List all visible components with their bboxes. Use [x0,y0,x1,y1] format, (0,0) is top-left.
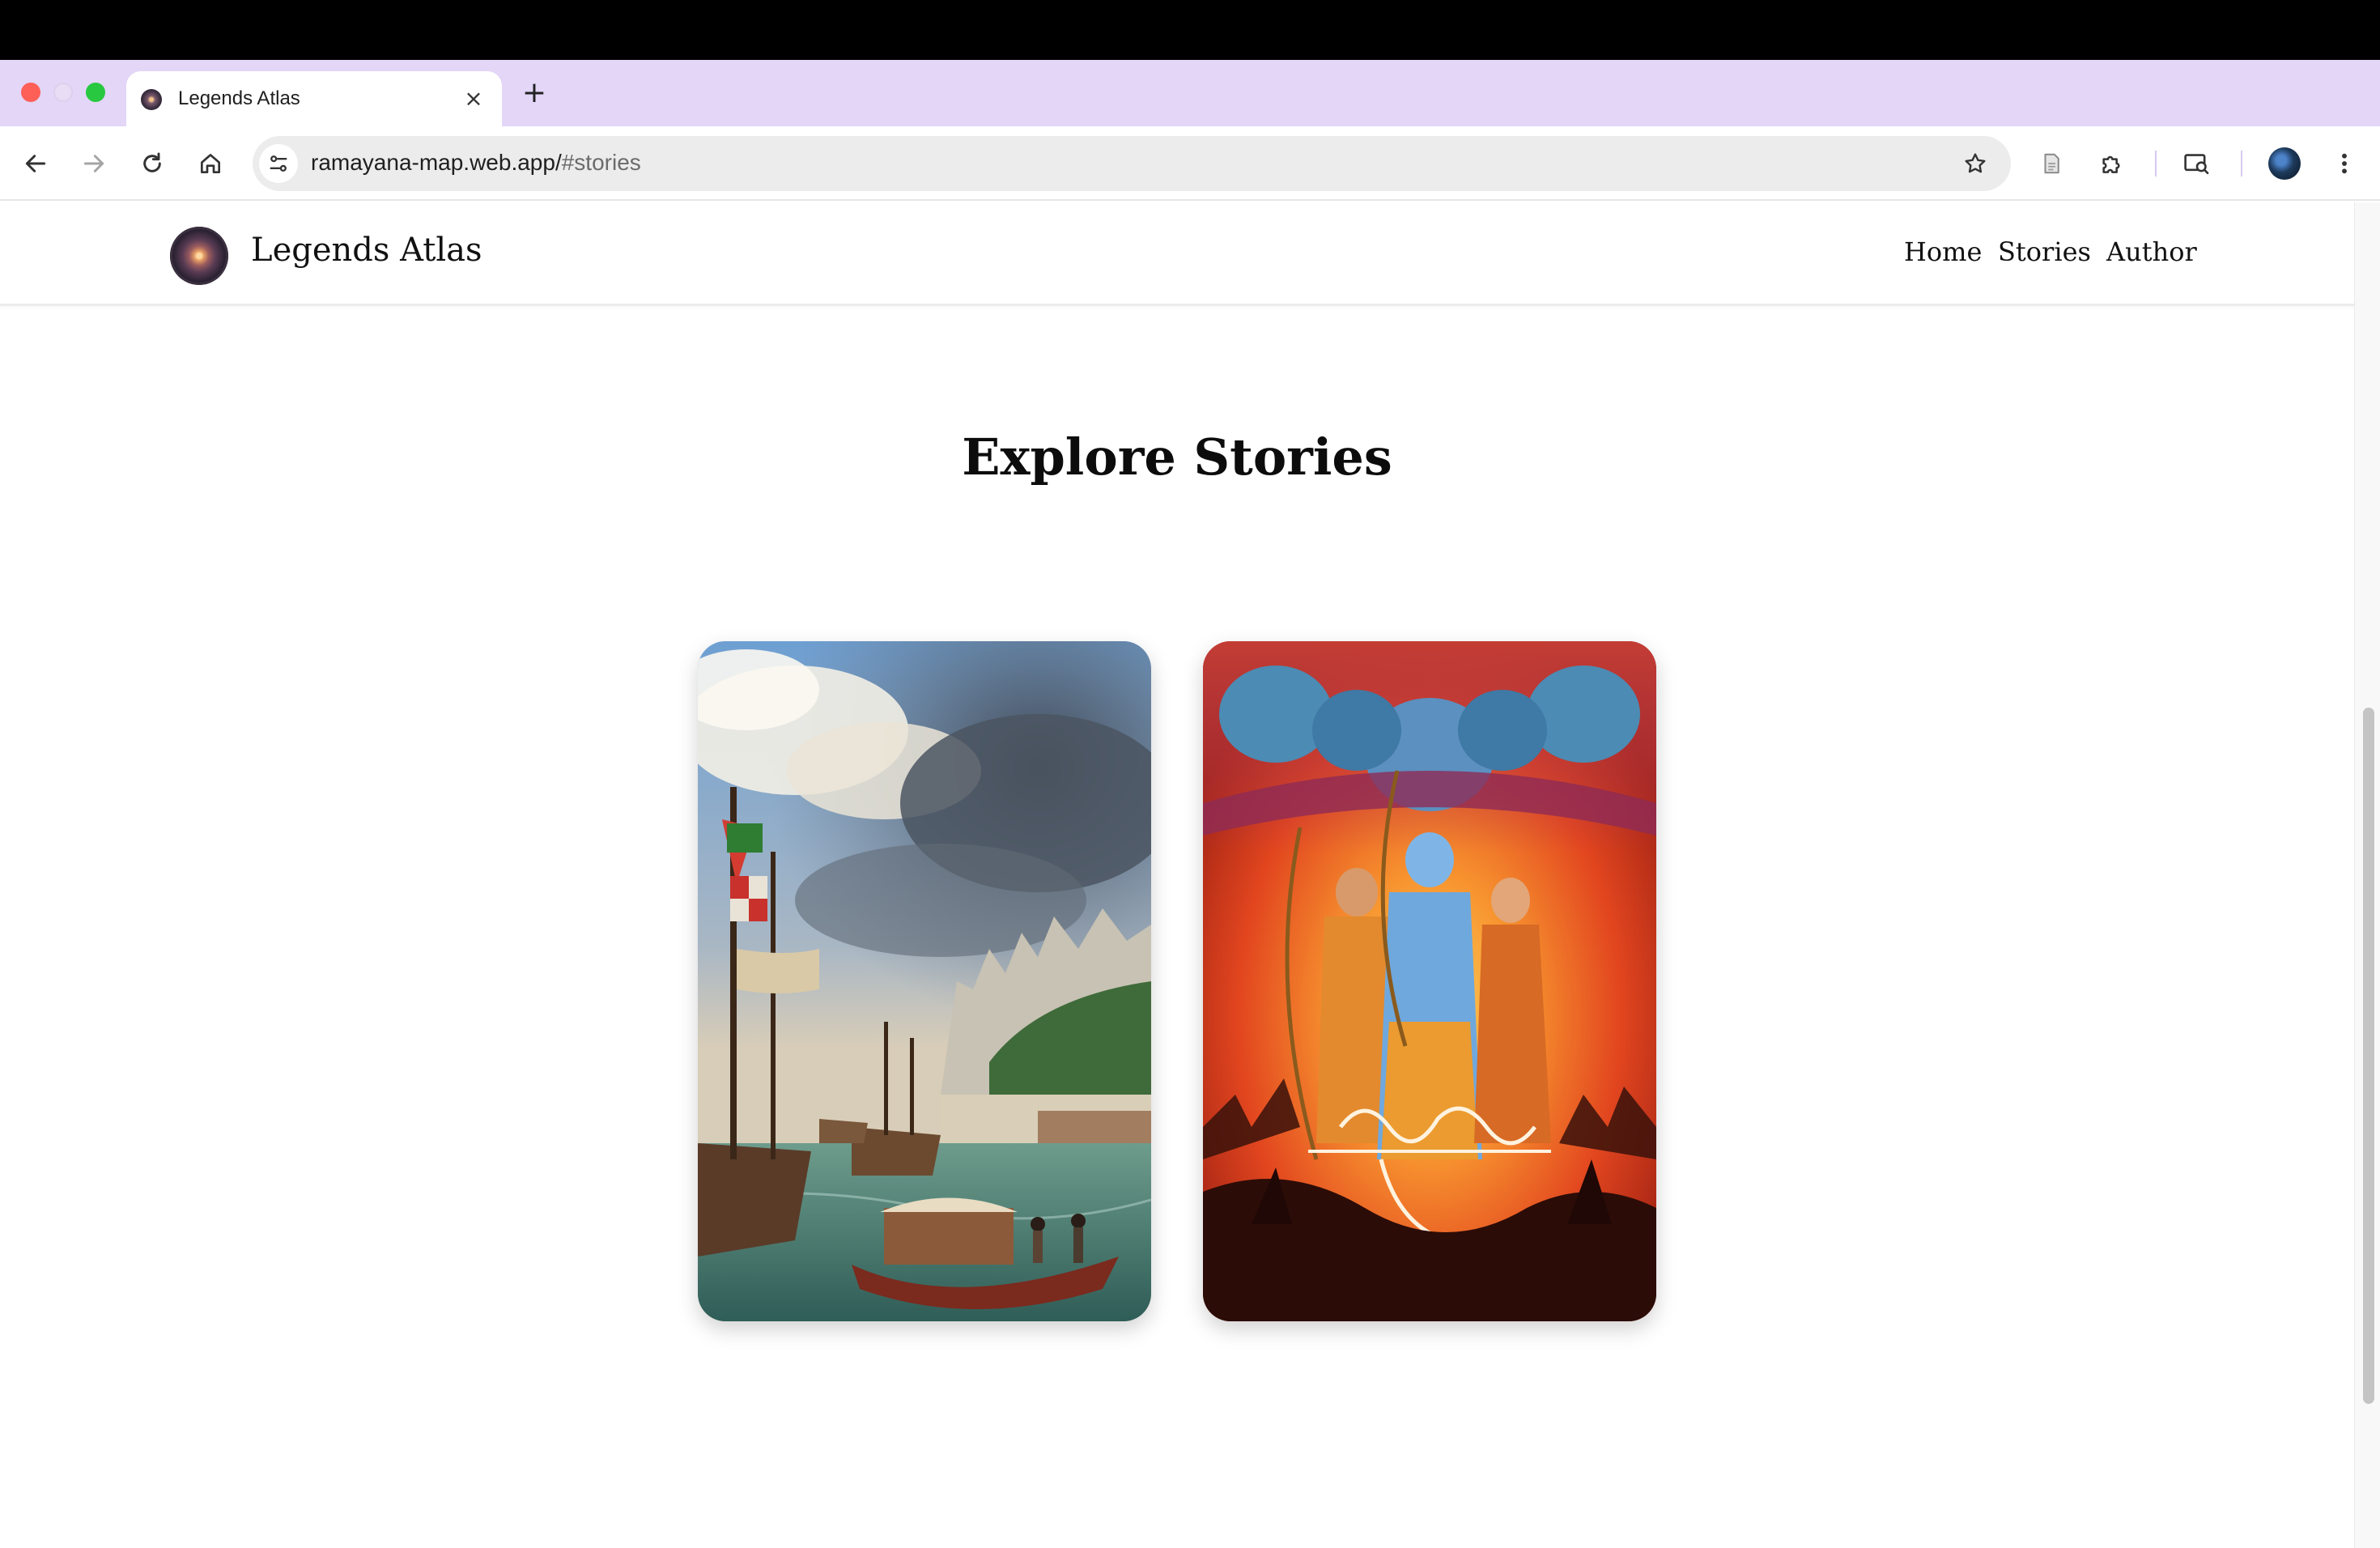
section-title: Explore Stories [962,427,1392,487]
reading-mode-button[interactable] [2030,142,2072,185]
page-viewport: Legends Atlas Home Stories Author Explor… [0,202,2380,1548]
story-card-ramayana[interactable] [1203,641,1656,1321]
new-tab-button[interactable]: + [518,75,550,109]
harbor-ships-image [698,641,1151,1321]
tab-title: Legends Atlas [178,87,300,109]
nav-link-stories[interactable]: Stories [1998,236,2091,267]
forward-button[interactable] [73,142,115,185]
toolbar-divider [2155,151,2157,176]
toolbar-divider [2241,151,2242,176]
url-host: ramayana-map.web.app/ [311,150,562,175]
nav-link-author[interactable]: Author [2106,236,2197,267]
more-vertical-icon [2342,153,2347,174]
site-header: Legends Atlas Home Stories Author [0,202,2354,306]
window-minimize-button[interactable] [53,83,73,102]
window-close-button[interactable] [21,83,40,102]
window-top-strip [0,0,2380,60]
puzzle-icon [2102,155,2120,173]
profile-avatar[interactable] [2268,147,2301,180]
rama-sita-lakshmana-image [1203,641,1656,1321]
scrollbar[interactable] [2354,202,2380,1548]
tune-icon [270,155,287,172]
home-icon [201,154,220,173]
reload-icon [143,152,161,172]
extensions-button[interactable] [2090,142,2132,185]
close-icon[interactable]: × [460,84,487,112]
plus-icon: + [521,75,547,109]
url-path: #stories [561,150,641,175]
scrollbar-thumb[interactable] [2363,708,2374,1404]
home-button[interactable] [189,142,232,185]
browser-tab[interactable]: Legends Atlas × [126,71,502,126]
bookmark-button[interactable] [1957,146,1993,181]
tab-search-button[interactable] [2176,142,2218,185]
arrow-right-icon [83,155,104,172]
back-button[interactable] [15,142,57,185]
menu-button[interactable] [2323,142,2365,185]
address-bar[interactable]: ramayana-map.web.app/#stories [253,136,2011,191]
site-title[interactable]: Legends Atlas [251,232,482,269]
url-text[interactable]: ramayana-map.web.app/#stories [311,150,641,176]
favicon-icon [141,89,162,110]
logo-icon[interactable] [170,227,228,285]
document-icon [2044,153,2059,174]
nav-link-home[interactable]: Home [1904,236,1982,267]
arrow-left-icon [25,155,46,172]
window-maximize-button[interactable] [86,83,105,102]
site-settings-button[interactable] [259,144,298,183]
star-icon [1965,153,1986,173]
reload-button[interactable] [131,142,173,185]
tab-search-icon [2184,154,2209,175]
story-card-voyage[interactable] [698,641,1151,1321]
